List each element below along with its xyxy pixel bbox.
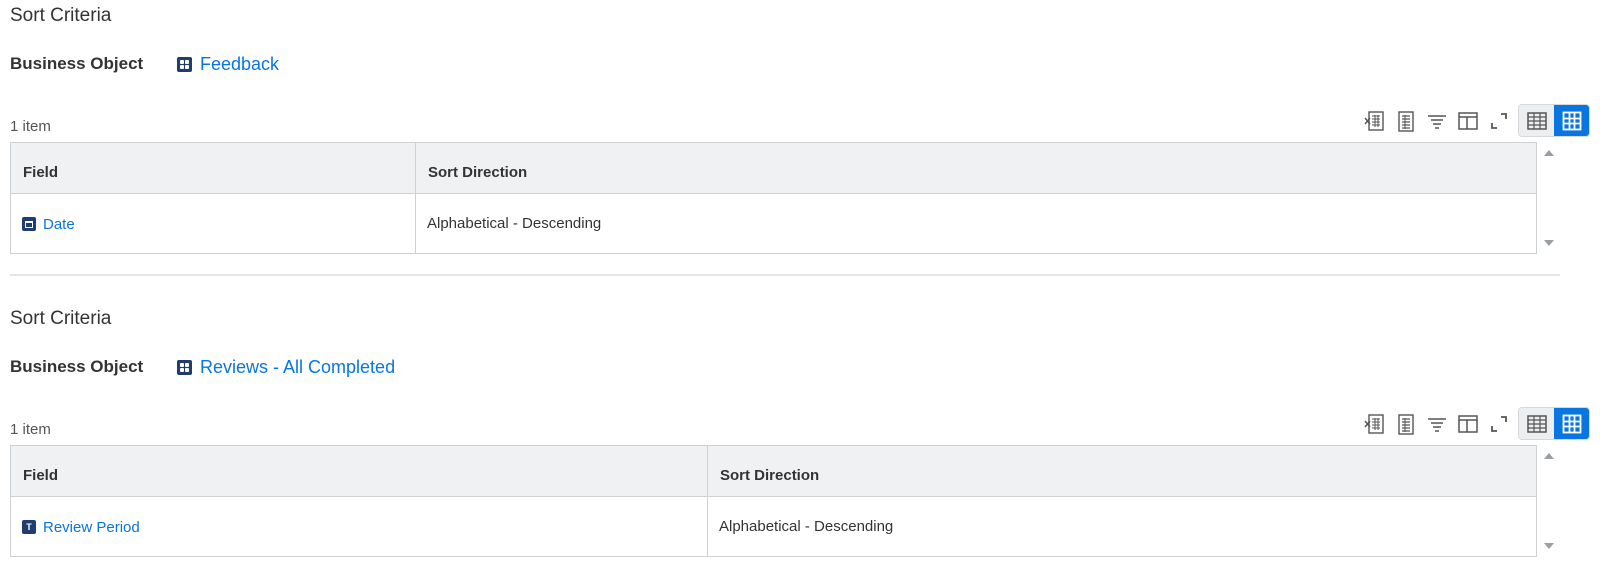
scroll-up-icon[interactable] bbox=[1544, 453, 1554, 459]
business-object-row: Business Object Reviews - All Completed bbox=[10, 355, 395, 379]
column-header-field[interactable]: Field bbox=[10, 445, 708, 497]
vertical-scrollbar[interactable] bbox=[1539, 142, 1559, 254]
scroll-down-icon[interactable] bbox=[1544, 240, 1554, 246]
filter-icon[interactable] bbox=[1421, 409, 1452, 439]
scroll-down-icon[interactable] bbox=[1544, 543, 1554, 549]
calendar-icon bbox=[22, 217, 36, 231]
grid-table: Field Sort Direction T Review Period Alp… bbox=[10, 445, 1537, 557]
vertical-scrollbar[interactable] bbox=[1539, 445, 1559, 557]
fullscreen-icon[interactable] bbox=[1483, 106, 1514, 136]
column-header-sort-direction[interactable]: Sort Direction bbox=[415, 142, 1537, 194]
table-row: T Review Period Alphabetical - Descendin… bbox=[10, 496, 1537, 557]
sort-criteria-grid: Field Sort Direction Date Alphabetical -… bbox=[10, 142, 1590, 254]
business-object-label: Business Object bbox=[10, 54, 144, 73]
grid-view-icon[interactable] bbox=[1554, 408, 1589, 439]
export-pdf-icon[interactable] bbox=[1390, 409, 1421, 439]
column-config-icon[interactable] bbox=[1452, 409, 1483, 439]
column-config-icon[interactable] bbox=[1452, 106, 1483, 136]
grid-view-icon[interactable] bbox=[1554, 105, 1589, 136]
sort-direction-cell: Alphabetical - Descending bbox=[415, 193, 1537, 254]
business-object-label: Business Object bbox=[10, 357, 144, 376]
business-object-row: Business Object Feedback bbox=[10, 52, 279, 76]
section-divider bbox=[10, 274, 1560, 276]
column-header-sort-direction[interactable]: Sort Direction bbox=[707, 445, 1537, 497]
field-link[interactable]: T Review Period bbox=[22, 519, 140, 536]
field-label: Date bbox=[43, 215, 75, 233]
view-toggle bbox=[1518, 407, 1590, 440]
section-title: Sort Criteria bbox=[10, 5, 112, 26]
filter-icon[interactable] bbox=[1421, 106, 1452, 136]
view-toggle bbox=[1518, 104, 1590, 137]
export-pdf-icon[interactable] bbox=[1390, 106, 1421, 136]
text-field-icon: T bbox=[22, 520, 36, 535]
field-cell: T Review Period bbox=[10, 496, 708, 557]
sort-criteria-grid: Field Sort Direction T Review Period Alp… bbox=[10, 445, 1590, 557]
table-row: Date Alphabetical - Descending bbox=[10, 193, 1537, 254]
grid-table: Field Sort Direction Date Alphabetical -… bbox=[10, 142, 1537, 254]
fullscreen-icon[interactable] bbox=[1483, 409, 1514, 439]
business-object-icon bbox=[177, 56, 192, 72]
column-header-field[interactable]: Field bbox=[10, 142, 416, 194]
export-excel-icon[interactable] bbox=[1359, 106, 1390, 136]
sort-direction-cell: Alphabetical - Descending bbox=[707, 496, 1537, 557]
item-count: 1 item bbox=[10, 118, 51, 135]
header-row: Field Sort Direction bbox=[10, 445, 1537, 497]
scroll-up-icon[interactable] bbox=[1544, 150, 1554, 156]
grid-toolbar bbox=[1359, 407, 1590, 440]
field-cell: Date bbox=[10, 193, 416, 254]
grid-toolbar bbox=[1359, 104, 1590, 137]
export-excel-icon[interactable] bbox=[1359, 409, 1390, 439]
field-label: Review Period bbox=[43, 518, 140, 536]
business-object-link[interactable]: Feedback bbox=[200, 54, 279, 75]
header-row: Field Sort Direction bbox=[10, 142, 1537, 194]
field-link[interactable]: Date bbox=[22, 216, 75, 233]
table-view-icon[interactable] bbox=[1519, 105, 1554, 136]
table-view-icon[interactable] bbox=[1519, 408, 1554, 439]
business-object-link[interactable]: Reviews - All Completed bbox=[200, 357, 395, 378]
item-count: 1 item bbox=[10, 421, 51, 438]
business-object-icon bbox=[177, 359, 192, 375]
section-title: Sort Criteria bbox=[10, 308, 112, 329]
